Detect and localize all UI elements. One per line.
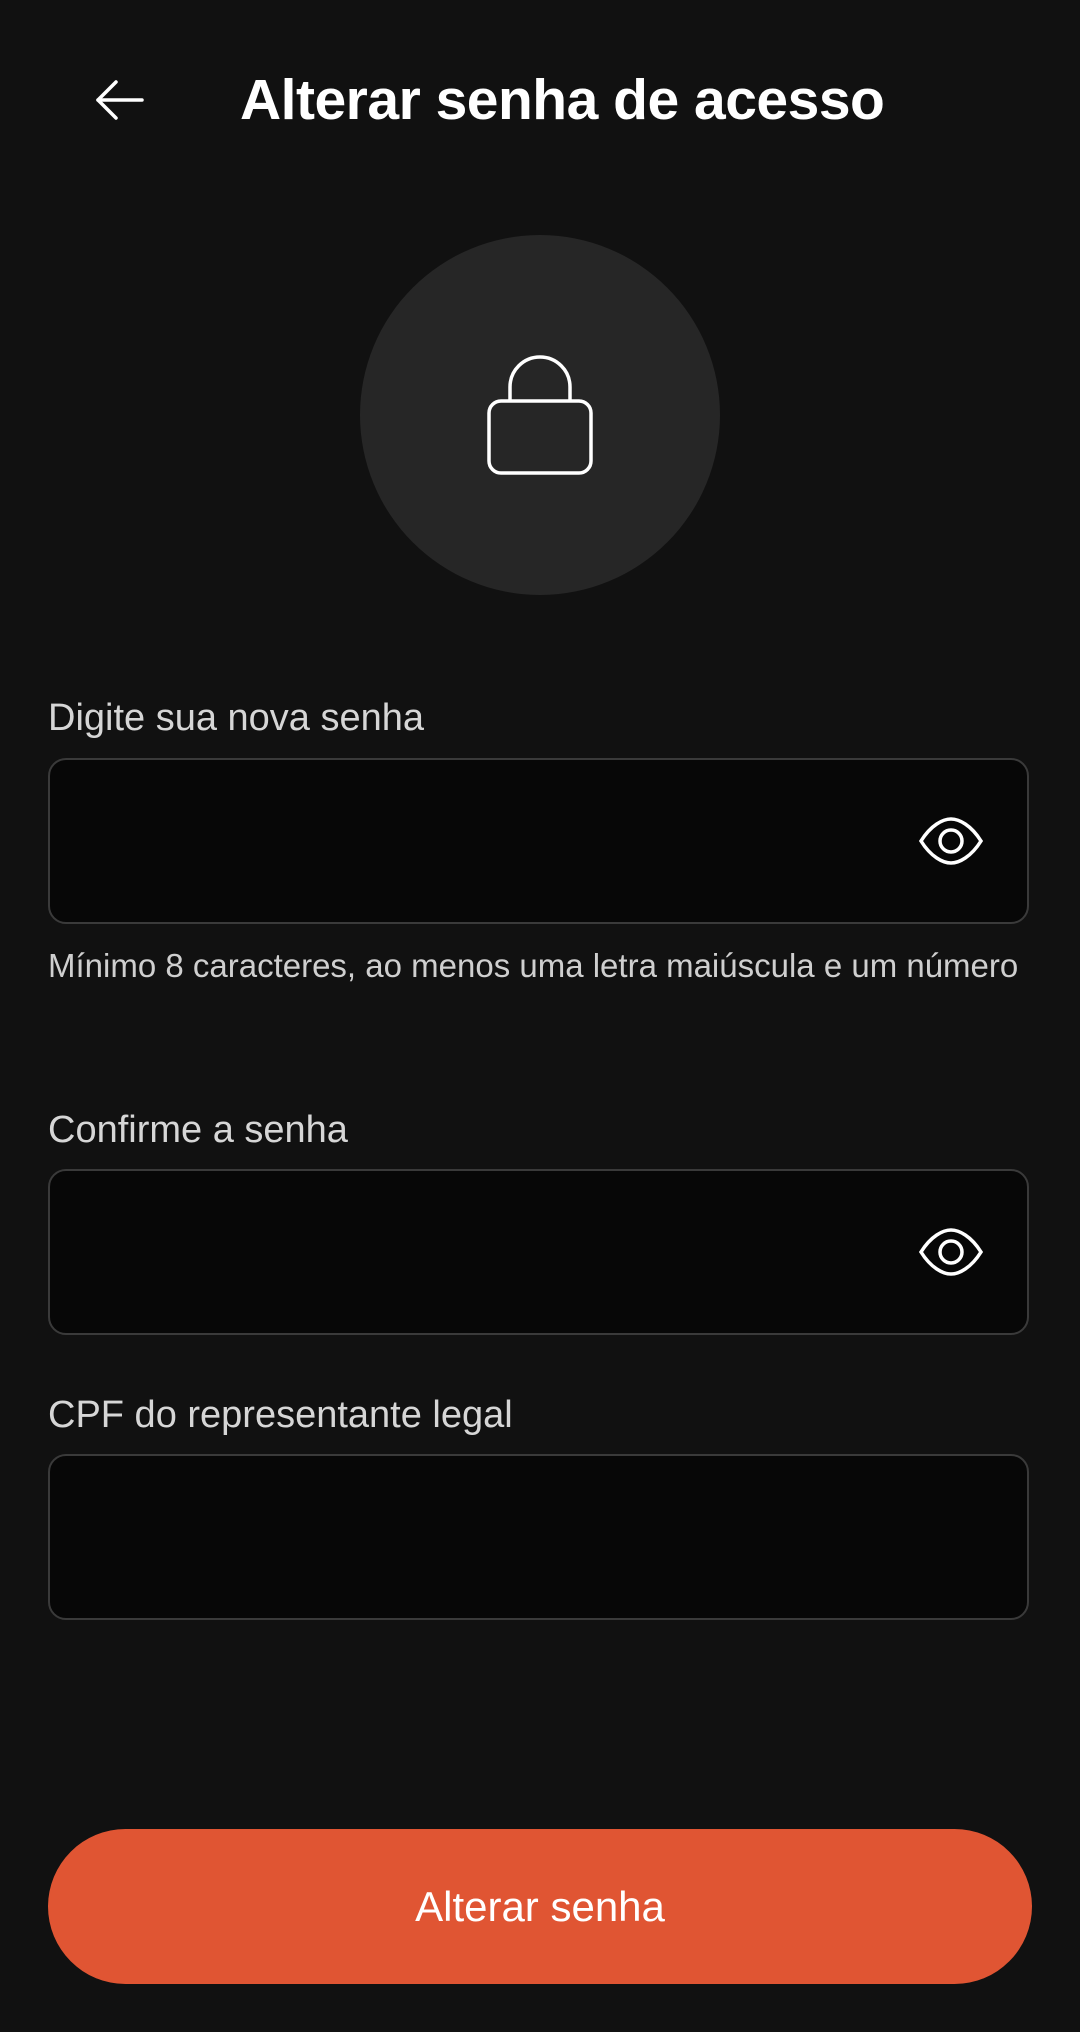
new-password-label: Digite sua nova senha xyxy=(48,697,425,739)
eye-icon xyxy=(919,1228,983,1276)
confirm-password-visibility-toggle[interactable] xyxy=(919,1220,983,1284)
arrow-left-icon xyxy=(96,80,144,120)
change-password-screen: Alterar senha de acesso Digite sua nova … xyxy=(0,0,1080,2032)
lock-badge xyxy=(360,235,720,595)
page-title: Alterar senha de acesso xyxy=(240,68,885,132)
new-password-visibility-toggle[interactable] xyxy=(919,809,983,873)
eye-icon xyxy=(919,817,983,865)
password-requirements-hint: Mínimo 8 caracteres, ao menos uma letra … xyxy=(48,947,1019,984)
header: Alterar senha de acesso xyxy=(0,0,1080,200)
confirm-password-field-container xyxy=(48,1169,1029,1335)
cpf-field-container xyxy=(48,1454,1029,1620)
back-button[interactable] xyxy=(80,60,160,140)
cpf-label: CPF do representante legal xyxy=(48,1394,513,1436)
confirm-password-input[interactable] xyxy=(80,1171,884,1335)
change-password-button[interactable]: Alterar senha xyxy=(48,1829,1032,1984)
lock-icon xyxy=(487,355,593,475)
confirm-password-label: Confirme a senha xyxy=(48,1109,348,1151)
new-password-input[interactable] xyxy=(80,760,884,924)
new-password-field-container xyxy=(48,758,1029,924)
cpf-input[interactable] xyxy=(80,1456,1004,1620)
